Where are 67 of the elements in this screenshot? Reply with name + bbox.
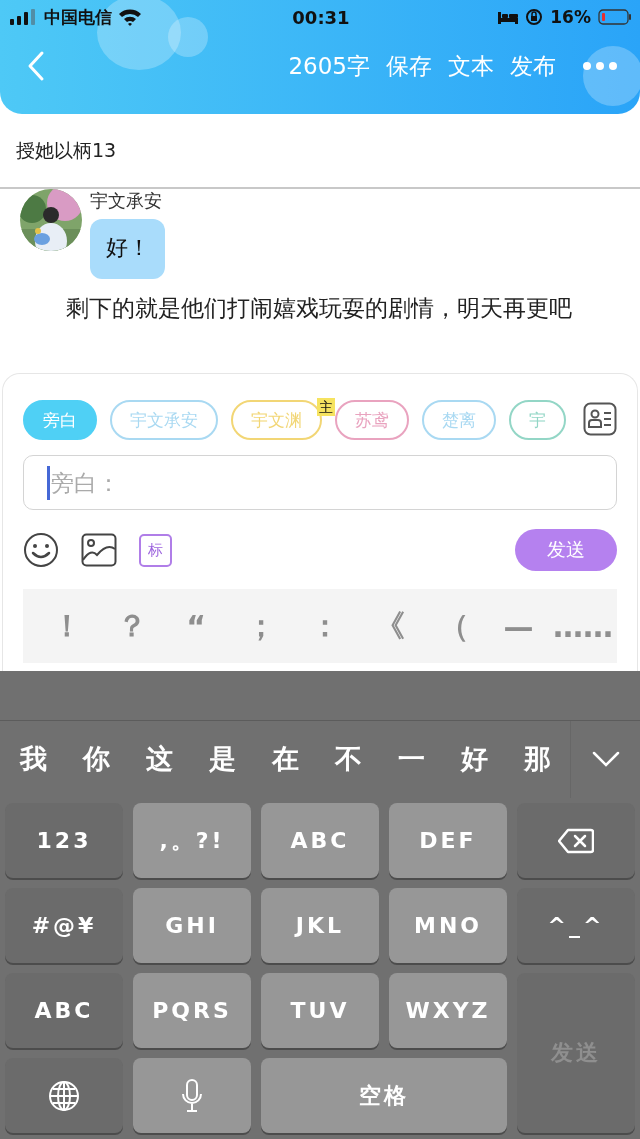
battery-percent: 16% (550, 7, 591, 27)
candidate-word[interactable]: 不 (317, 741, 380, 777)
role-chip[interactable]: 旁白 (23, 400, 97, 440)
narration-text: 剩下的就是他们打闹嬉戏玩耍的剧情，明天再更吧 (65, 294, 573, 323)
carrier-name: 中国电信 (44, 5, 112, 29)
battery-icon (598, 9, 632, 25)
image-icon[interactable] (81, 533, 117, 567)
punctuation-key[interactable]: ？ (101, 605, 162, 647)
message-bubble: 好！ (90, 219, 165, 279)
keyboard-key[interactable]: ABC (5, 973, 123, 1048)
keyboard-key[interactable]: ,。?! (133, 803, 251, 878)
chevron-down-icon[interactable] (591, 751, 620, 767)
header-action[interactable]: 发布 (510, 50, 556, 82)
header-action[interactable]: 保存 (386, 50, 432, 82)
bubble-decoration (583, 46, 640, 106)
punctuation-key[interactable]: “ (166, 608, 226, 644)
keyboard-key[interactable]: ^_^ (517, 888, 635, 963)
keyboard-key[interactable]: ABC (261, 803, 379, 878)
bed-icon (498, 10, 519, 24)
status-time: 00:31 (292, 6, 350, 28)
punctuation-key[interactable]: …… (553, 608, 613, 644)
candidate-word[interactable]: 在 (254, 741, 317, 777)
keyboard-key[interactable]: DEF (389, 803, 507, 878)
punctuation-key[interactable]: ： (295, 605, 355, 647)
candidate-word[interactable]: 那 (506, 741, 569, 777)
header-action[interactable]: 文本 (448, 50, 494, 82)
candidate-word[interactable]: 我 (2, 741, 65, 777)
backspace-icon[interactable] (558, 827, 594, 854)
more-icon[interactable] (582, 61, 618, 71)
main-role-badge: 主 (317, 398, 335, 416)
candidate-word[interactable]: 是 (191, 741, 254, 777)
space-key[interactable]: 空格 (261, 1058, 507, 1133)
text-input-field[interactable]: 旁白： (23, 455, 617, 510)
wifi-icon (118, 8, 142, 26)
contact-card-icon[interactable] (583, 402, 617, 436)
keyboard-key[interactable]: 123 (5, 803, 123, 878)
signal-icon (10, 9, 38, 25)
globe-icon[interactable] (48, 1079, 80, 1112)
text-cursor (47, 466, 50, 500)
word-count: 2605字 (288, 51, 370, 81)
role-chip[interactable]: 宇 (509, 400, 566, 440)
candidate-word[interactable]: 好 (443, 741, 506, 777)
tag-button[interactable]: 标 (139, 533, 172, 567)
smiley-icon[interactable] (23, 532, 59, 568)
punctuation-key[interactable]: — (488, 608, 549, 644)
keyboard-key[interactable]: TUV (261, 973, 379, 1048)
keyboard-key[interactable]: JKL (261, 888, 379, 963)
role-chip[interactable]: 宇文承安 (110, 400, 218, 440)
keyboard-key[interactable]: MNO (389, 888, 507, 963)
role-chip[interactable]: 苏鸢 (335, 400, 409, 440)
role-chip[interactable]: 楚离 (422, 400, 496, 440)
keyboard-key[interactable]: PQRS (133, 973, 251, 1048)
rotation-lock-icon (525, 8, 544, 26)
keyboard-key[interactable]: GHI (133, 888, 251, 963)
punctuation-key[interactable]: ； (230, 605, 291, 647)
candidate-word[interactable]: 这 (128, 741, 191, 777)
punctuation-key[interactable]: （ (424, 605, 484, 647)
send-button[interactable]: 发送 (515, 529, 617, 571)
candidate-word[interactable]: 一 (380, 741, 443, 777)
microphone-icon[interactable] (181, 1078, 203, 1113)
punctuation-key[interactable]: 《 (359, 605, 420, 647)
speaker-name: 宇文承安 (90, 189, 162, 213)
keyboard-key[interactable]: WXYZ (389, 973, 507, 1048)
keyboard-key[interactable]: #@¥ (5, 888, 123, 963)
candidate-word[interactable]: 你 (65, 741, 128, 777)
punctuation-key[interactable]: ！ (37, 605, 97, 647)
chapter-title: 授她以柄13 (16, 137, 117, 163)
